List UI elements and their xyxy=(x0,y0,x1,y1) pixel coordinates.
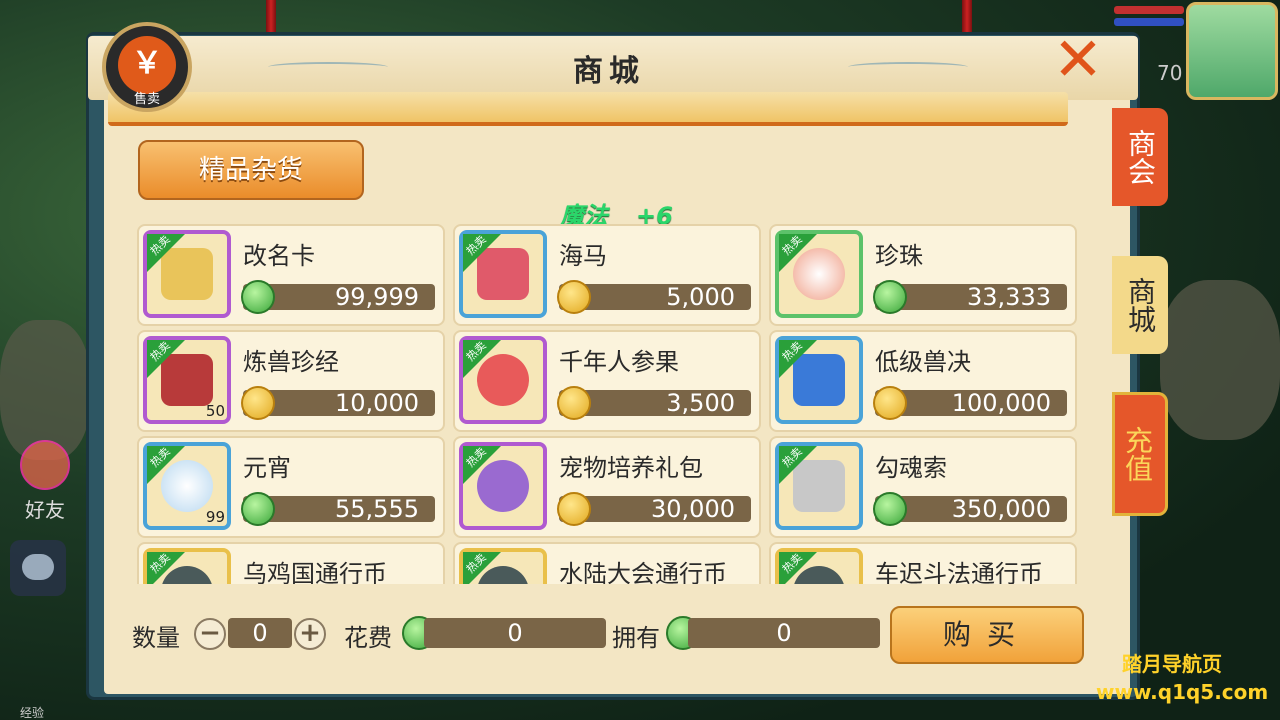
item-name: 炼兽珍经 xyxy=(243,348,339,376)
item-name: 低级兽决 xyxy=(875,348,971,376)
stack-count: 50 xyxy=(205,402,225,420)
item-grid: 热卖 改名卡 99,999 热卖 海马 5,000 热卖 珍珠 33,333 热… xyxy=(137,224,1081,584)
minus-button[interactable]: − xyxy=(194,618,226,650)
item-card[interactable]: 热卖 水陆大会通行币 xyxy=(453,542,761,584)
item-icon: 热卖 99 xyxy=(143,442,231,530)
stack-count: 99 xyxy=(205,508,225,526)
item-card[interactable]: 热卖 99 元宵 55,555 xyxy=(137,436,445,538)
cost-field: 0 xyxy=(424,618,606,648)
item-icon: 热卖 xyxy=(775,442,863,530)
item-name: 元宵 xyxy=(243,454,291,482)
item-icon: 热卖 50 xyxy=(143,336,231,424)
item-icon: 热卖 xyxy=(143,230,231,318)
jade-coin-icon xyxy=(873,492,907,526)
item-card[interactable]: 热卖 海马 5,000 xyxy=(453,224,761,326)
item-name: 车迟斗法通行币 xyxy=(875,560,1043,584)
close-button[interactable]: ✕ xyxy=(1052,30,1104,90)
tab-guild[interactable]: 商会 xyxy=(1112,108,1168,206)
background-rock xyxy=(1160,280,1280,440)
item-card[interactable]: 热卖 珍珠 33,333 xyxy=(769,224,1077,326)
quantity-field[interactable]: 0 xyxy=(228,618,292,648)
rope-decoration xyxy=(266,0,276,36)
tab-recharge[interactable]: 充值 xyxy=(1112,392,1168,516)
item-card[interactable]: 热卖 低级兽决 100,000 xyxy=(769,330,1077,432)
sell-badge-button[interactable]: ￥ 售卖 xyxy=(102,22,192,112)
friends-button[interactable]: 好友 xyxy=(14,440,76,523)
watermark-title: 踏月导航页 xyxy=(1122,652,1222,676)
item-card[interactable]: 热卖 千年人参果 3,500 xyxy=(453,330,761,432)
gold-coin-icon xyxy=(557,280,591,314)
gold-coin-icon xyxy=(557,492,591,526)
item-icon: 热卖 xyxy=(459,548,547,584)
friends-label: 好友 xyxy=(25,498,65,522)
status-bars xyxy=(1114,6,1184,30)
item-name: 千年人参果 xyxy=(559,348,679,376)
rope-decoration xyxy=(962,0,972,36)
owned-label: 拥有 xyxy=(612,624,660,652)
item-name: 水陆大会通行币 xyxy=(559,560,727,584)
tab-shop[interactable]: 商城 xyxy=(1112,256,1168,354)
item-icon: 热卖 xyxy=(775,336,863,424)
yen-icon: ￥ xyxy=(118,36,176,94)
chat-bubble-icon xyxy=(22,554,54,580)
item-card[interactable]: 热卖 50 炼兽珍经 10,000 xyxy=(137,330,445,432)
chat-button[interactable] xyxy=(10,540,66,596)
item-icon: 热卖 xyxy=(459,230,547,318)
item-name: 海马 xyxy=(559,242,607,270)
friend-icon xyxy=(20,440,70,490)
item-card[interactable]: 热卖 宠物培养礼包 30,000 xyxy=(453,436,761,538)
item-icon: 热卖 xyxy=(143,548,231,584)
cost-label: 花费 xyxy=(344,624,392,652)
item-icon: 热卖 xyxy=(459,442,547,530)
item-name: 宠物培养礼包 xyxy=(559,454,703,482)
title-scroll-decoration xyxy=(108,92,1068,126)
gold-coin-icon xyxy=(557,386,591,420)
jade-coin-icon xyxy=(241,280,275,314)
category-button[interactable]: 精品杂货 xyxy=(138,140,364,200)
background-rock xyxy=(0,320,90,460)
item-card[interactable]: 热卖 乌鸡国通行币 xyxy=(137,542,445,584)
plus-button[interactable]: + xyxy=(294,618,326,650)
quantity-label: 数量 xyxy=(132,624,180,652)
sell-label: 售卖 xyxy=(133,92,160,107)
item-name: 乌鸡国通行币 xyxy=(243,560,387,584)
item-card[interactable]: 热卖 勾魂索 350,000 xyxy=(769,436,1077,538)
item-icon: 热卖 xyxy=(459,336,547,424)
gold-coin-icon xyxy=(241,386,275,420)
owned-field: 0 xyxy=(688,618,880,648)
item-name: 改名卡 xyxy=(243,242,315,270)
buy-button[interactable]: 购买 xyxy=(890,606,1084,664)
jade-coin-icon xyxy=(241,492,275,526)
gold-coin-icon xyxy=(873,386,907,420)
watermark-url: www.q1q5.com xyxy=(1096,680,1269,704)
item-icon: 热卖 xyxy=(775,230,863,318)
item-name: 珍珠 xyxy=(875,242,923,270)
hp-bar xyxy=(1114,6,1184,14)
item-icon: 热卖 xyxy=(775,548,863,584)
jade-coin-icon xyxy=(873,280,907,314)
exp-label: 经验 xyxy=(20,706,45,720)
item-name: 勾魂索 xyxy=(875,454,947,482)
item-card[interactable]: 热卖 车迟斗法通行币 xyxy=(769,542,1077,584)
item-card[interactable]: 热卖 改名卡 99,999 xyxy=(137,224,445,326)
mp-bar xyxy=(1114,18,1184,26)
